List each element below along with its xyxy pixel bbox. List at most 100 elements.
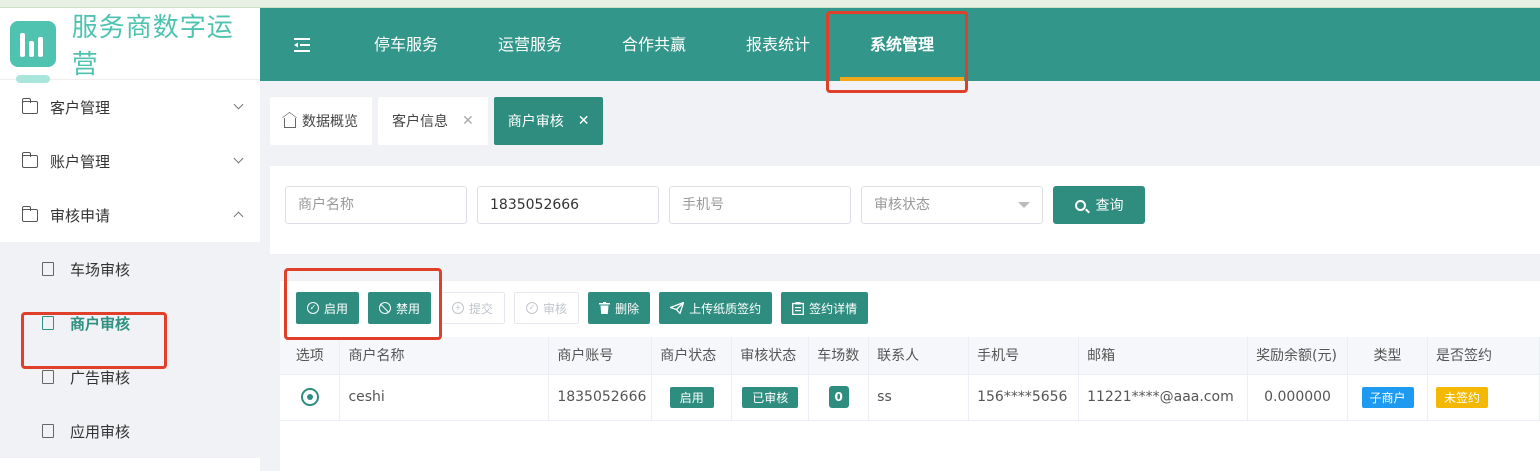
query-button[interactable]: 查询 <box>1053 186 1145 224</box>
tab-label: 客户信息 <box>392 114 448 130</box>
upload-paper-sign-button[interactable]: 上传纸质签约 <box>659 292 773 324</box>
sidebar-group-label: 审核申请 <box>50 206 111 225</box>
merchant-account-input[interactable]: 1835052666 <box>477 186 659 224</box>
col-email: 邮箱 <box>1078 337 1249 375</box>
sidebar-group-label: 账户管理 <box>50 152 111 171</box>
nav-reports[interactable]: 报表统计 <box>716 8 840 81</box>
send-icon <box>670 302 685 314</box>
phone-input[interactable]: 手机号 <box>669 186 851 224</box>
close-icon[interactable]: ✕ <box>578 113 590 129</box>
review-button-label: 审核 <box>543 301 568 316</box>
merchant-table: 选项 商户名称 商户账号 商户状态 审核状态 车场数 联系人 手机号 邮箱 奖励… <box>280 337 1540 421</box>
search-icon <box>1074 199 1086 211</box>
action-toolbar: ✓ 启用 禁用 + 提交 ✓ 审核 删除 上传纸质签约 签约详情 <box>296 292 869 324</box>
plus-circle-icon: + <box>452 302 465 314</box>
tab-merchant-audit[interactable]: 商户审核 ✕ <box>493 97 604 145</box>
clipboard-icon <box>792 301 805 315</box>
sidebar-submenu: 车场审核 商户审核 广告审核 应用审核 <box>0 242 260 458</box>
ban-icon <box>379 302 392 314</box>
sidebar-item-ad-audit[interactable]: 广告审核 <box>0 350 260 404</box>
page-tabs: 数据概览 客户信息 ✕ 商户审核 ✕ <box>270 97 604 145</box>
sign-detail-button[interactable]: 签约详情 <box>781 292 869 324</box>
document-icon <box>42 316 54 330</box>
logo-icon <box>10 20 56 83</box>
menu-toggle-icon[interactable] <box>260 37 344 52</box>
tab-dashboard[interactable]: 数据概览 <box>270 97 372 145</box>
sidebar-group-account[interactable]: 账户管理 <box>0 134 260 188</box>
signed-badge: 未签约 <box>1435 386 1488 408</box>
type-badge: 子商户 <box>1361 386 1414 408</box>
sidebar-item-parking-audit[interactable]: 车场审核 <box>0 242 260 296</box>
col-phone: 手机号 <box>968 337 1080 375</box>
col-option: 选项 <box>280 337 341 375</box>
disable-button[interactable]: 禁用 <box>368 292 432 324</box>
upload-paper-sign-label: 上传纸质签约 <box>689 301 762 316</box>
table-row[interactable]: ceshi 1835052666 启用 已审核 0 ss 156****5656… <box>280 374 1540 421</box>
check-circle-icon: ✓ <box>526 302 539 314</box>
sign-detail-label: 签约详情 <box>809 301 858 316</box>
col-reward-balance: 奖励余额(元) <box>1247 337 1349 375</box>
cell-contact: ss <box>868 374 970 421</box>
top-nav-bar: 停车服务 运营服务 合作共赢 报表统计 系统管理 <box>260 8 1540 81</box>
merchant-status-badge: 启用 <box>669 386 714 408</box>
document-icon <box>42 262 54 276</box>
sidebar-item-label: 商户审核 <box>70 314 131 333</box>
query-button-label: 查询 <box>1095 198 1124 214</box>
table-header-row: 选项 商户名称 商户账号 商户状态 审核状态 车场数 联系人 手机号 邮箱 奖励… <box>280 337 1540 375</box>
document-icon <box>42 370 54 384</box>
folder-icon <box>21 97 38 114</box>
merchant-name-input[interactable]: 商户名称 <box>285 186 467 224</box>
chevron-down-icon <box>233 99 244 110</box>
check-circle-icon: ✓ <box>307 302 319 314</box>
caret-down-icon <box>1018 202 1030 208</box>
submit-button[interactable]: + 提交 <box>440 292 506 324</box>
cell-signed: 未签约 <box>1427 374 1540 421</box>
sidebar-item-label: 应用审核 <box>70 422 131 441</box>
cell-merchant-status: 启用 <box>651 374 733 421</box>
cell-type: 子商户 <box>1347 374 1428 421</box>
row-select-cell <box>280 374 341 421</box>
col-merchant-status: 商户状态 <box>651 337 733 375</box>
search-panel: 商户名称 1835052666 手机号 审核状态 查询 <box>270 166 1540 254</box>
nav-parking-service[interactable]: 停车服务 <box>344 8 468 81</box>
document-icon <box>42 424 54 438</box>
review-button[interactable]: ✓ 审核 <box>514 292 580 324</box>
nav-operation-service[interactable]: 运营服务 <box>468 8 592 81</box>
nav-system-management[interactable]: 系统管理 <box>840 8 964 81</box>
logo: 服务商数字运营 <box>0 8 260 83</box>
cell-lot-count: 0 <box>808 374 870 421</box>
audit-status-select[interactable]: 审核状态 <box>861 186 1043 224</box>
lot-count-badge: 0 <box>828 386 849 408</box>
nav-cooperation[interactable]: 合作共赢 <box>592 8 716 81</box>
close-icon[interactable]: ✕ <box>462 113 474 129</box>
cell-reward-balance: 0.000000 <box>1247 374 1349 421</box>
submit-button-label: 提交 <box>469 301 494 316</box>
folder-icon <box>21 205 38 222</box>
col-merchant-name: 商户名称 <box>339 337 550 375</box>
cell-merchant-account: 1835052666 <box>548 374 653 421</box>
cell-merchant-name: ceshi <box>339 374 550 421</box>
delete-button[interactable]: 删除 <box>588 292 651 324</box>
sidebar-item-merchant-audit[interactable]: 商户审核 <box>0 296 260 350</box>
col-lot-count: 车场数 <box>808 337 870 375</box>
col-type: 类型 <box>1347 337 1428 375</box>
audit-status-placeholder: 审核状态 <box>874 197 930 213</box>
sidebar-group-audit[interactable]: 审核申请 <box>0 188 260 242</box>
cell-email: 11221****@aaa.com <box>1078 374 1249 421</box>
disable-button-label: 禁用 <box>396 301 421 316</box>
sidebar: 服务商数字运营 客户管理 账户管理 审核申请 车场审核 商户审核 广告审核 应用… <box>0 8 260 471</box>
enable-button[interactable]: ✓ 启用 <box>296 292 360 324</box>
app-title: 服务商数字运营 <box>71 12 234 80</box>
sidebar-item-label: 车场审核 <box>70 260 131 279</box>
chevron-up-icon <box>233 211 244 222</box>
sidebar-item-app-audit[interactable]: 应用审核 <box>0 404 260 458</box>
sidebar-group-customer[interactable]: 客户管理 <box>0 80 260 134</box>
col-audit-status: 审核状态 <box>731 337 810 375</box>
sidebar-group-label: 客户管理 <box>50 98 111 117</box>
folder-icon <box>21 151 38 168</box>
delete-button-label: 删除 <box>615 301 640 316</box>
cell-phone: 156****5656 <box>968 374 1080 421</box>
col-signed: 是否签约 <box>1427 337 1540 375</box>
row-radio[interactable] <box>300 388 319 406</box>
tab-customer-info[interactable]: 客户信息 ✕ <box>378 97 488 145</box>
